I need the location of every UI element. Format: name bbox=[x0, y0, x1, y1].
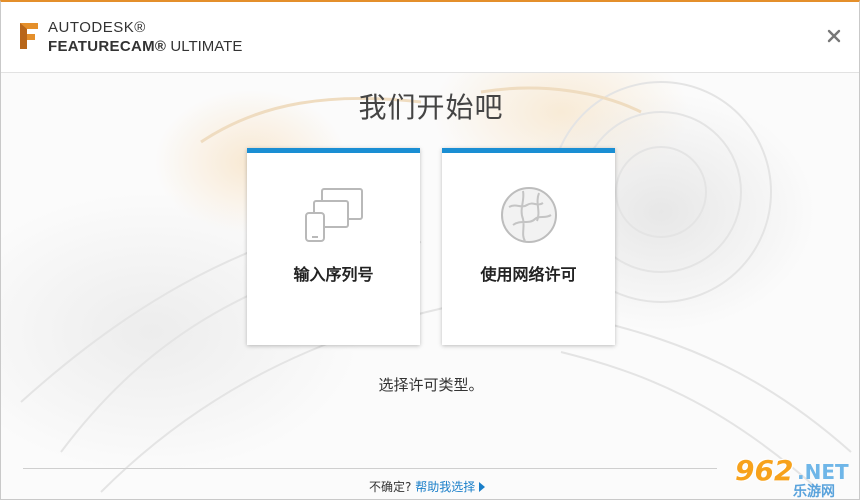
serial-number-card[interactable]: 输入序列号 bbox=[247, 148, 420, 345]
product-edition: ULTIMATE bbox=[166, 38, 243, 55]
watermark-number: 962 bbox=[735, 454, 794, 487]
serial-number-label: 输入序列号 bbox=[293, 265, 374, 284]
page-title: 我们开始吧 bbox=[358, 91, 504, 124]
license-type-prompt: 选择许可类型。 bbox=[378, 376, 484, 394]
footer-divider bbox=[23, 468, 717, 469]
play-arrow-icon[interactable] bbox=[479, 482, 486, 492]
title-bar: AUTODESK® FEATURECAM® ULTIMATE bbox=[1, 2, 859, 73]
product-name: FEATURECAM® ULTIMATE bbox=[48, 38, 242, 55]
footer-help: 不确定? 帮助我选择 bbox=[369, 478, 486, 495]
globe-icon bbox=[500, 187, 557, 243]
network-license-card[interactable]: 使用网络许可 bbox=[442, 148, 615, 345]
devices-icon bbox=[304, 188, 363, 242]
brand-name: AUTODESK® bbox=[48, 19, 146, 36]
main-content: 我们开始吧 输入序列号 使用网络许可 选择许可类型。 不确定? 帮助我选择 96… bbox=[1, 2, 859, 500]
autodesk-logo-icon bbox=[20, 23, 38, 49]
license-dialog: AUTODESK® FEATURECAM® ULTIMATE 我们开始吧 输入序… bbox=[0, 0, 860, 500]
network-license-label: 使用网络许可 bbox=[480, 265, 577, 284]
watermark-site-name: 乐游网 bbox=[793, 484, 835, 500]
product-name-bold: FEATURECAM® bbox=[48, 38, 167, 55]
close-icon[interactable] bbox=[827, 29, 841, 43]
unsure-text: 不确定? bbox=[369, 480, 412, 494]
site-watermark: 962 .NET 乐游网 bbox=[725, 454, 855, 500]
help-me-choose-link[interactable]: 帮助我选择 bbox=[415, 480, 475, 494]
